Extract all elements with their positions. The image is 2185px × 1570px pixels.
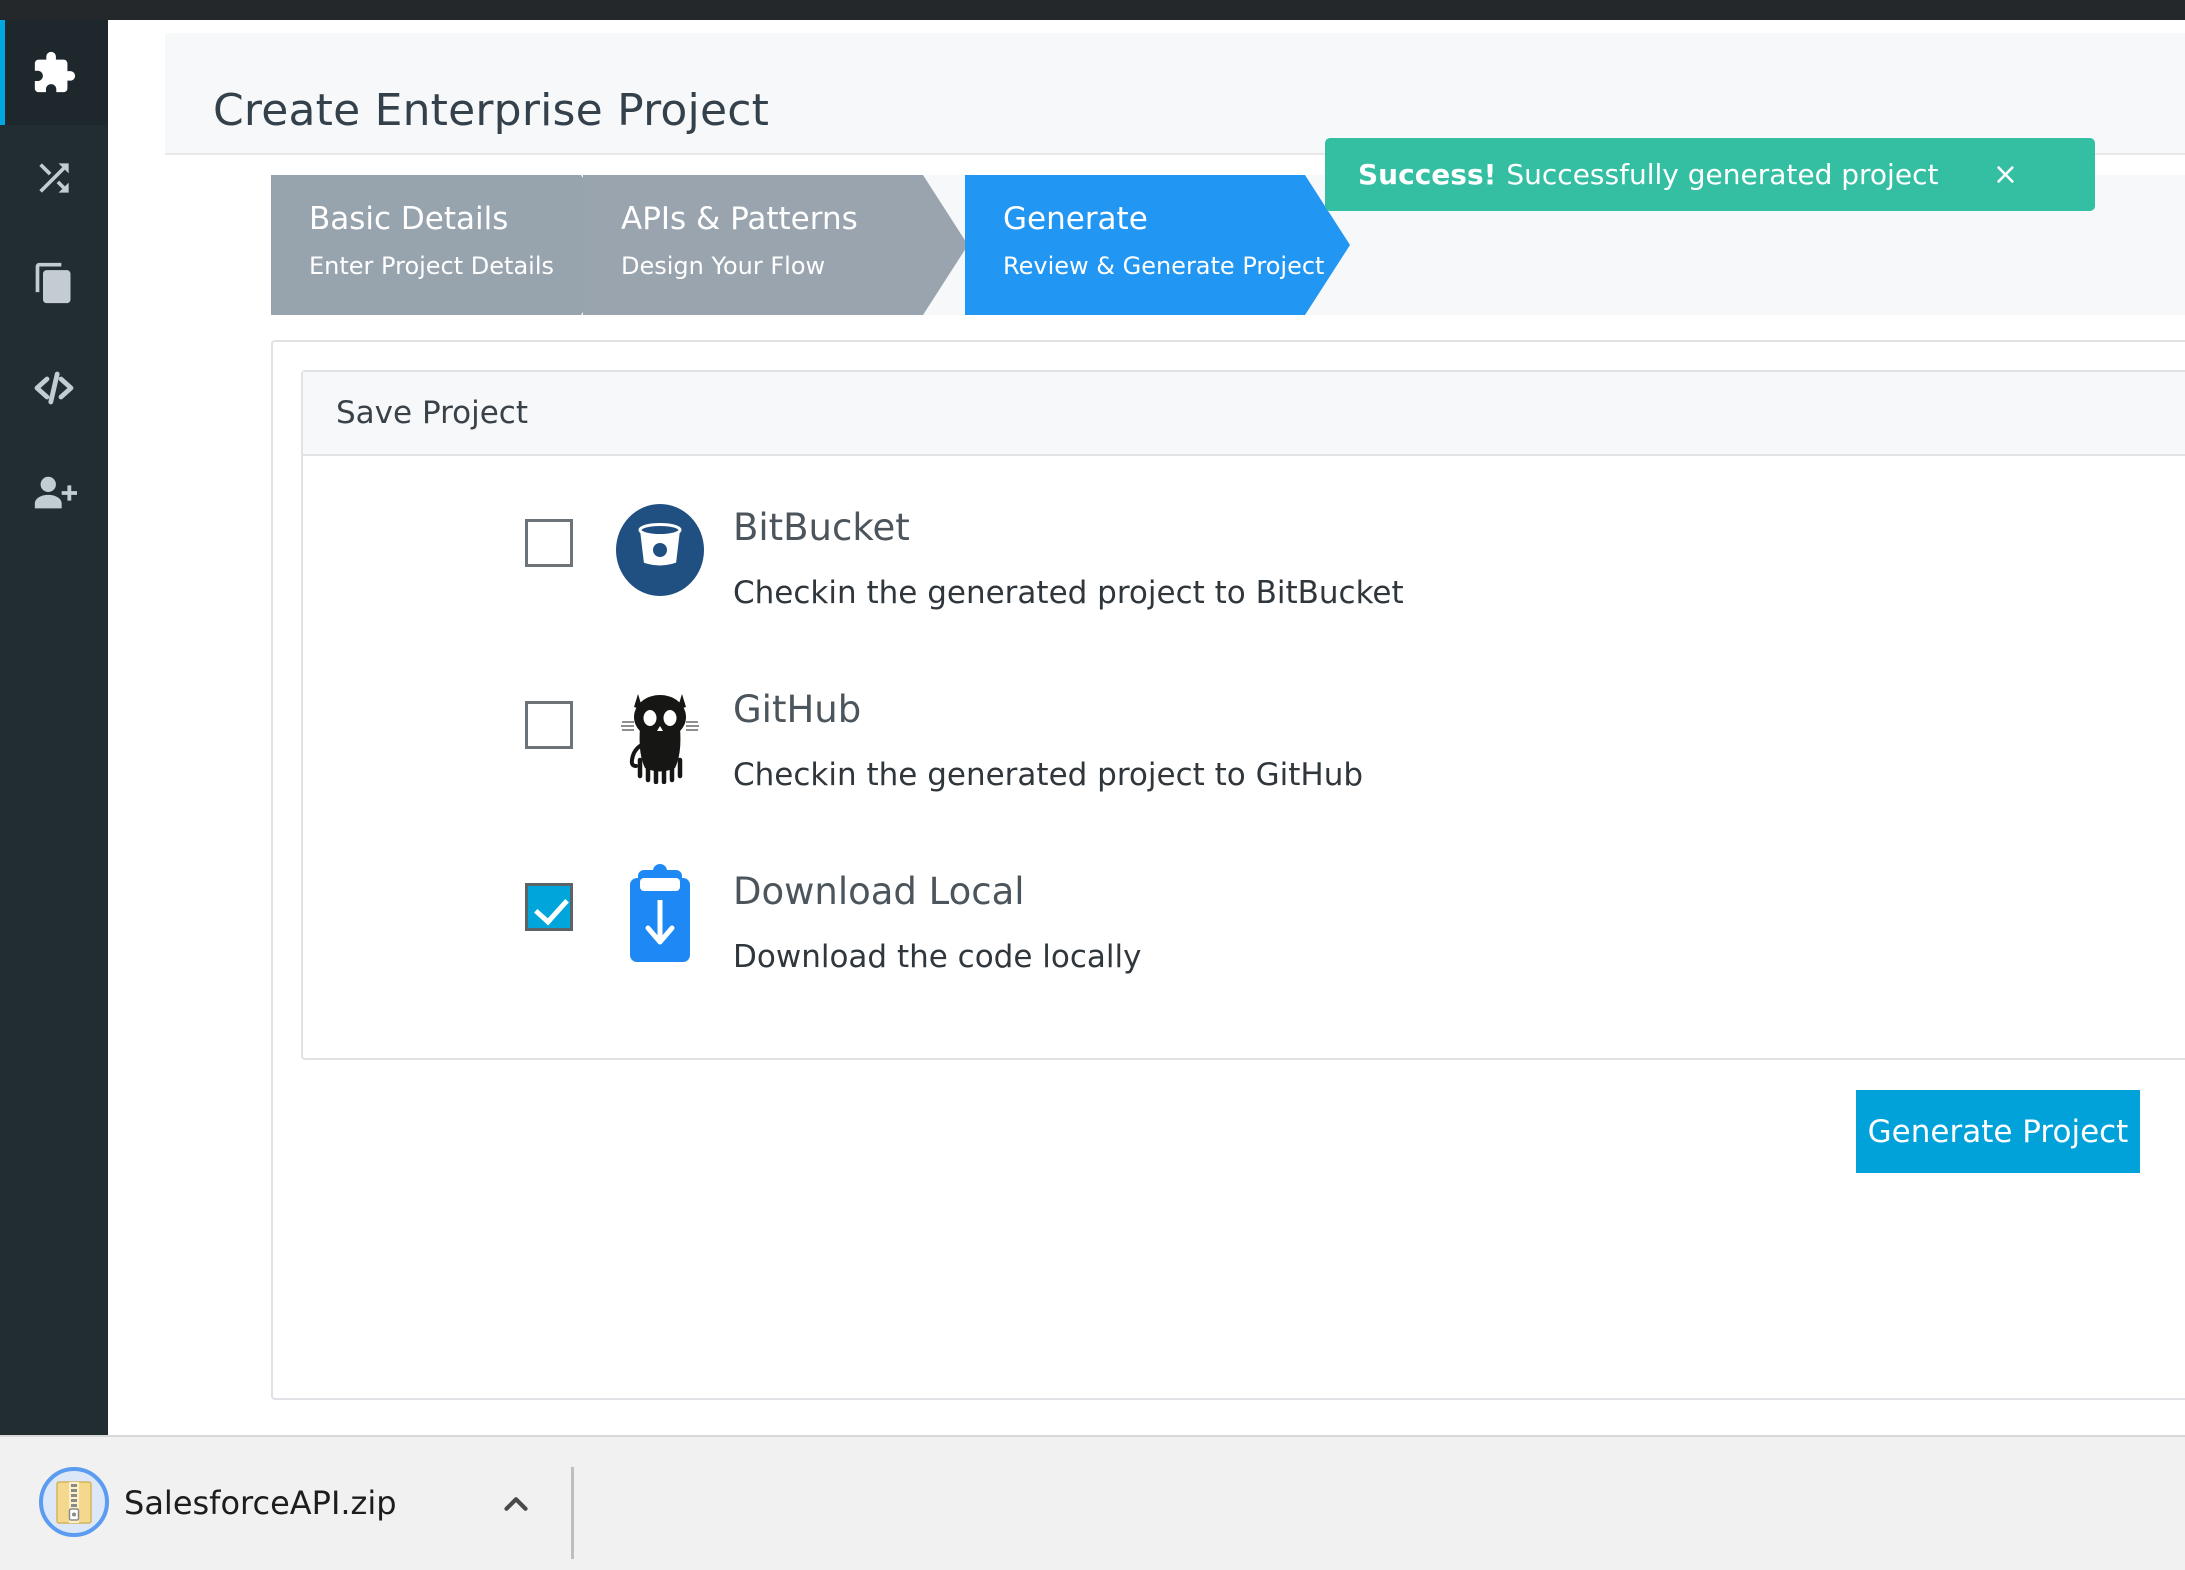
- shuffle-icon: [32, 156, 76, 200]
- toast-strong-label: Success!: [1358, 158, 1497, 191]
- wizard-step-title: APIs & Patterns: [621, 201, 858, 237]
- github-label: GitHub: [733, 688, 862, 731]
- toast-message: Successfully generated project: [1506, 158, 1939, 191]
- page-header-panel: Create Enterprise Project: [165, 33, 2185, 155]
- page-title: Create Enterprise Project: [213, 85, 770, 136]
- sidebar-item-add-user[interactable]: [0, 440, 108, 545]
- bitbucket-checkbox[interactable]: [525, 519, 573, 567]
- code-icon: [30, 364, 78, 412]
- wizard-step-subtitle: Design Your Flow: [621, 252, 826, 280]
- success-toast: Success! Successfully generated project …: [1325, 138, 2095, 211]
- download-filename[interactable]: SalesforceAPI.zip: [124, 1484, 397, 1522]
- clipboard-download-icon: [610, 856, 710, 966]
- sidebar-item-clone[interactable]: [0, 230, 108, 335]
- bitbucket-description: Checkin the generated project to BitBuck…: [733, 575, 1404, 611]
- bitbucket-label: BitBucket: [733, 506, 910, 549]
- save-project-options: BitBucket Checkin the generated project …: [303, 456, 2185, 1018]
- wizard-step-title: Basic Details: [309, 201, 509, 237]
- save-option-row: BitBucket Checkin the generated project …: [303, 472, 2185, 654]
- download-local-label: Download Local: [733, 870, 1025, 913]
- github-icon: [610, 674, 710, 785]
- chevron-up-icon[interactable]: [497, 1485, 535, 1523]
- save-project-panel: Save Project BitBucket Checkin the gener…: [301, 370, 2185, 1060]
- generate-project-button[interactable]: Generate Project: [1856, 1090, 2140, 1173]
- bitbucket-icon: [610, 492, 710, 602]
- wizard-step-subtitle: Enter Project Details: [309, 252, 554, 280]
- save-project-panel-header: Save Project: [303, 372, 2185, 456]
- github-checkbox[interactable]: [525, 701, 573, 749]
- download-local-checkbox[interactable]: [525, 883, 573, 931]
- download-local-description: Download the code locally: [733, 939, 1142, 975]
- user-plus-icon: [31, 470, 77, 516]
- github-description: Checkin the generated project to GitHub: [733, 757, 1364, 793]
- wizard-step-apis-patterns[interactable]: APIs & Patterns Design Your Flow: [583, 175, 968, 315]
- active-accent-bar: [0, 20, 5, 125]
- main-content-area: Create Enterprise Project Basic Details …: [108, 20, 2185, 1435]
- save-project-title: Save Project: [336, 395, 529, 431]
- puzzle-piece-icon: [31, 50, 77, 96]
- generate-card: Save Project BitBucket Checkin the gener…: [271, 340, 2185, 1400]
- wizard-step-subtitle: Review & Generate Project: [1003, 252, 1325, 280]
- copy-icon: [32, 261, 76, 305]
- zip-file-icon: [38, 1466, 110, 1538]
- save-option-row: Download Local Download the code locally: [303, 836, 2185, 1018]
- left-icon-sidebar: [0, 20, 108, 1435]
- wizard-step-title: Generate: [1003, 201, 1148, 237]
- save-option-row: GitHub Checkin the generated project to …: [303, 654, 2185, 836]
- close-icon[interactable]: ×: [1993, 159, 2018, 190]
- download-bar-divider: [571, 1467, 574, 1559]
- sidebar-item-flows[interactable]: [0, 125, 108, 230]
- wizard-step-generate[interactable]: Generate Review & Generate Project: [965, 175, 1350, 315]
- sidebar-item-plugins[interactable]: [0, 20, 108, 125]
- wizard-step-basic-details[interactable]: Basic Details Enter Project Details: [271, 175, 626, 315]
- browser-download-bar: SalesforceAPI.zip: [0, 1435, 2185, 1570]
- browser-top-strip: [0, 0, 2185, 20]
- sidebar-item-code[interactable]: [0, 335, 108, 440]
